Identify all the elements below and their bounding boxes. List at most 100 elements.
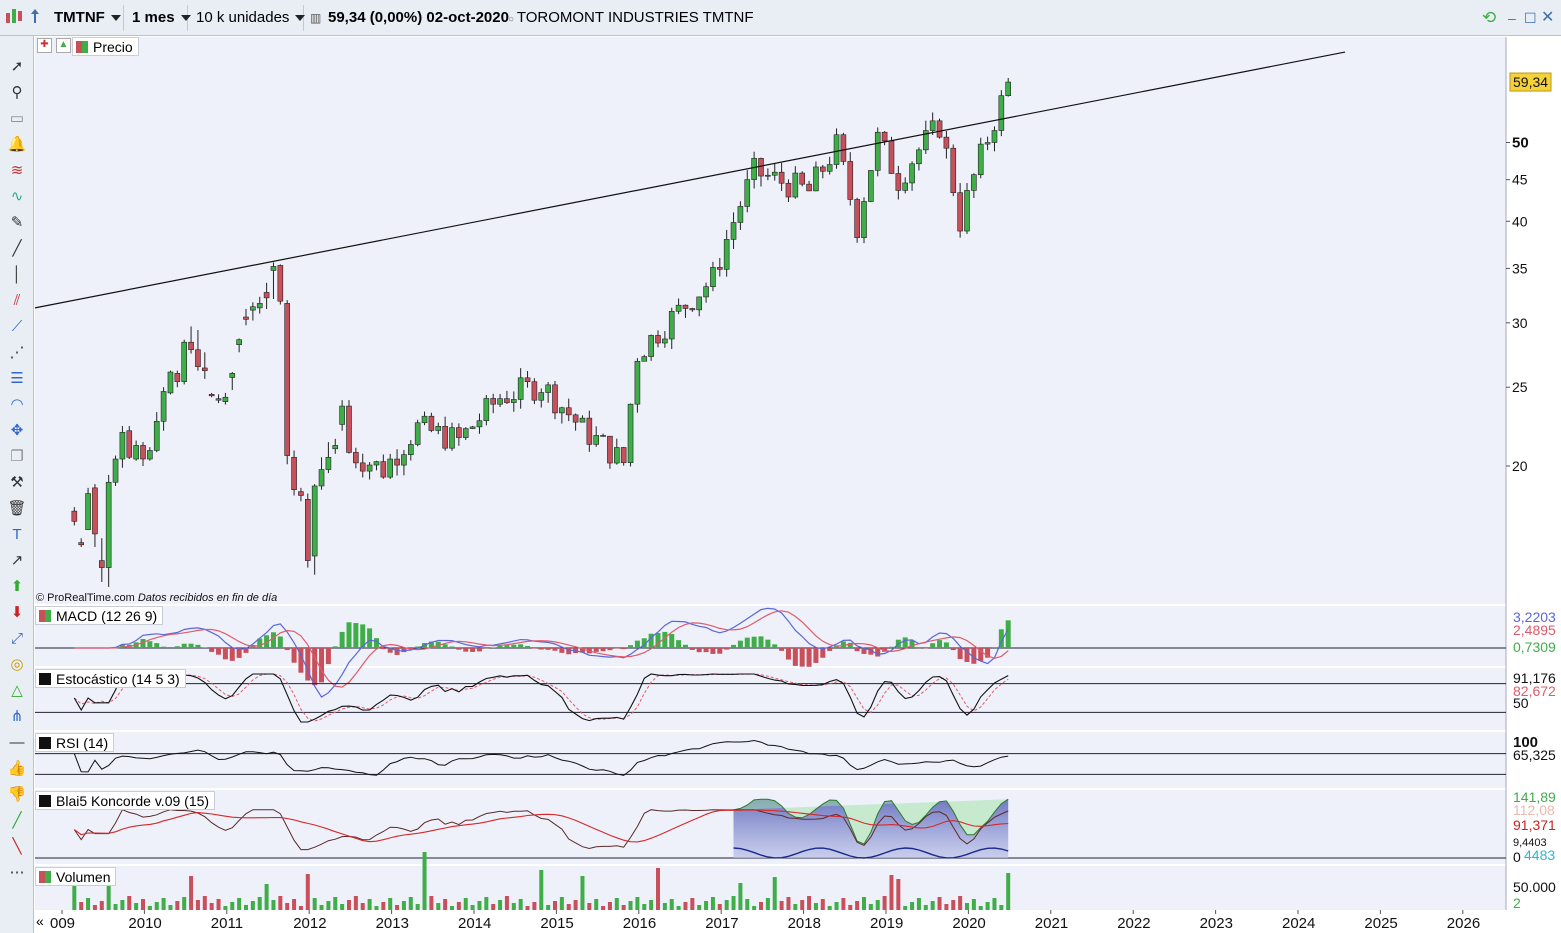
volume-bar [484, 897, 489, 910]
macd-hist-bar [291, 648, 297, 663]
macd-hist-bar [888, 646, 894, 648]
candle-body [85, 493, 91, 530]
macd-hist-bar [634, 640, 640, 648]
chart-area[interactable]: 3,22032,48950,7309 91,17682,67250 10065,… [0, 0, 1561, 933]
candle-body [167, 371, 174, 394]
candle-body [504, 398, 510, 403]
candle-body [565, 407, 572, 416]
volume-bar [298, 906, 303, 910]
volume-label[interactable]: Volumen [35, 867, 117, 886]
candle-body [977, 143, 984, 175]
volume-bar [690, 898, 695, 910]
macd-hist-bar [621, 648, 627, 650]
macd-hist-bar [353, 623, 359, 648]
x-tick-label: 2015 [540, 915, 573, 932]
macd-hist-bar [229, 648, 235, 661]
y-tick-label: 45 [1512, 172, 1528, 188]
volume-bar [175, 901, 180, 910]
volume-bar [676, 906, 681, 910]
close-panel-icon[interactable]: ✚ [37, 38, 52, 53]
volume-bar [195, 900, 200, 910]
rsi-panel-bg [35, 732, 1506, 788]
volume-bar [422, 852, 427, 910]
macd-label[interactable]: MACD (12 26 9) [35, 606, 164, 625]
macd-hist-bar [277, 636, 283, 648]
candle-body [133, 445, 139, 460]
koncorde-swatch [39, 795, 51, 807]
volume-bar [237, 898, 242, 910]
candle-body [291, 456, 297, 491]
volume-bar [848, 905, 853, 910]
volume-bar [278, 896, 283, 910]
macd-hist-bar [806, 648, 812, 667]
volume-bar [79, 902, 84, 910]
macd-hist-bar [703, 648, 709, 653]
candle-body [936, 120, 943, 138]
price-panel-bg [35, 37, 1506, 604]
volume-bar [759, 902, 763, 910]
scroll-left-button[interactable]: « [36, 913, 44, 929]
x-tick-label: 2011 [211, 915, 243, 932]
candle-body [99, 560, 105, 568]
candle-body [881, 131, 888, 142]
candle-body [607, 435, 613, 464]
macd-hist-bar [216, 648, 222, 655]
macd-hist-bar [463, 648, 469, 652]
volume-bar [731, 896, 736, 910]
x-tick-label: 2026 [1447, 915, 1480, 932]
candle-body [991, 130, 998, 143]
volume-bar [347, 900, 351, 910]
volume-bar [553, 901, 557, 910]
volume-bar [120, 900, 125, 910]
candle-body [916, 149, 922, 165]
macd-hist-bar [607, 648, 613, 651]
candle-body [943, 136, 950, 149]
volume-bar [292, 899, 297, 910]
candle-body [634, 360, 641, 405]
volume-bar [86, 898, 91, 910]
volume-bar [642, 904, 647, 910]
macd-hist-bar [717, 648, 723, 654]
macd-hist-bar [476, 648, 482, 652]
volume-bar [834, 902, 839, 910]
volume-bar [923, 905, 928, 910]
candle-body [298, 491, 304, 496]
rsi-label[interactable]: RSI (14) [35, 733, 115, 752]
volume-bar [532, 902, 537, 910]
volume-bar [182, 897, 187, 910]
volume-bar [999, 905, 1004, 910]
volume-bar [944, 904, 949, 910]
volume-bar [813, 903, 818, 910]
candle-body [1005, 81, 1012, 96]
up-panel-icon[interactable]: ▲ [56, 38, 71, 53]
macd-swatch [39, 610, 51, 622]
volume-bar [628, 901, 633, 910]
macd-hist-bar [937, 640, 943, 648]
macd-hist-bar [696, 648, 702, 653]
candle-body [627, 403, 634, 463]
macd-hist-bar [525, 645, 531, 648]
candle-body [71, 510, 78, 522]
volume-bar [154, 902, 159, 910]
volume-bar [539, 870, 544, 910]
macd-hist-bar [559, 648, 565, 653]
volume-bar [436, 903, 441, 910]
candle-body [682, 304, 689, 309]
macd-hist-bar [957, 648, 963, 660]
candle-body [655, 335, 661, 344]
macd-hist-bar [380, 648, 386, 650]
stoch-panel-bg [35, 668, 1506, 730]
stoch-label[interactable]: Estocástico (14 5 3) [35, 669, 186, 688]
macd-hist-bar [154, 643, 160, 648]
koncorde-label[interactable]: Blai5 Koncorde v.09 (15) [35, 791, 216, 810]
macd-hist-bar [442, 644, 448, 648]
macd-hist-bar [209, 648, 215, 652]
candle-body [174, 373, 181, 382]
y-tick-label: 30 [1512, 315, 1528, 331]
candle-body [332, 445, 339, 450]
price-label[interactable]: Precio [72, 37, 139, 56]
volume-bar [498, 900, 503, 910]
volume-bar [559, 897, 564, 910]
candle-body [153, 420, 160, 451]
candle-body [668, 310, 675, 340]
